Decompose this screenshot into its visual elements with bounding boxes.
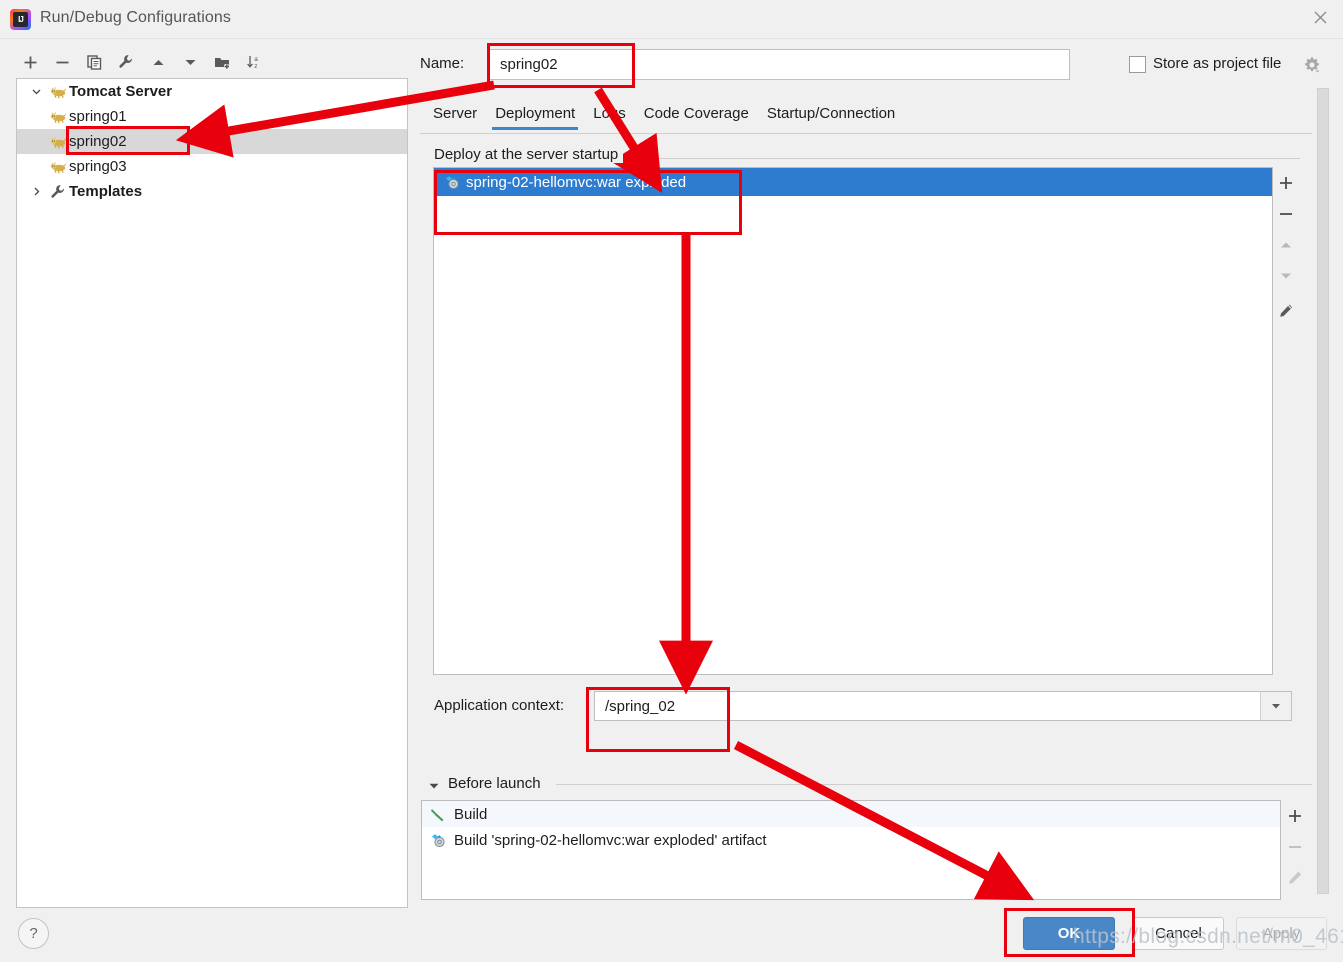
sort-az-icon[interactable]: a z (238, 47, 270, 77)
apply-button[interactable]: Apply (1236, 917, 1327, 950)
arrow-down-icon[interactable] (174, 47, 206, 77)
name-input[interactable]: spring02 (487, 49, 1070, 80)
move-artifact-down-button[interactable] (1272, 260, 1300, 291)
before-launch-divider (556, 784, 1312, 785)
tree-node-templates[interactable]: Templates (17, 179, 407, 204)
tab-startup-connection[interactable]: Startup/Connection (758, 101, 904, 130)
application-context-value: /spring_02 (595, 698, 1260, 715)
name-label: Name: (420, 55, 464, 72)
tree-node-label: Templates (69, 183, 142, 200)
help-button[interactable]: ? (18, 918, 49, 949)
edit-task-button[interactable] (1281, 862, 1309, 893)
arrow-up-icon[interactable] (142, 47, 174, 77)
before-launch-title: Before launch (448, 775, 547, 792)
folder-add-icon[interactable] (206, 47, 238, 77)
cancel-button[interactable]: Cancel (1133, 917, 1224, 950)
remove-artifact-button[interactable] (1272, 198, 1300, 229)
list-item[interactable]: Build 'spring-02-hellomvc:war exploded' … (422, 827, 1280, 853)
run-debug-configurations-dialog: IJ Run/Debug Configurations (0, 0, 1343, 962)
gear-icon[interactable] (1303, 56, 1321, 74)
store-as-project-file-label: Store as project file (1153, 55, 1281, 72)
tree-node-spring01[interactable]: spring01 (17, 104, 407, 129)
tab-deployment[interactable]: Deployment (486, 101, 584, 130)
intellij-idea-icon: IJ (10, 9, 31, 30)
dialog-title: Run/Debug Configurations (40, 9, 231, 27)
tab-code-coverage[interactable]: Code Coverage (635, 101, 758, 130)
configurations-tree[interactable]: Tomcat Server spring01 (16, 78, 408, 908)
tree-node-tomcat-server[interactable]: Tomcat Server (17, 79, 407, 104)
list-item[interactable]: Build (422, 801, 1280, 827)
group-divider (600, 158, 1300, 159)
copy-icon[interactable] (78, 47, 110, 77)
tomcat-icon (47, 160, 69, 174)
remove-configuration-button[interactable] (46, 47, 78, 77)
name-input-value: spring02 (500, 56, 558, 73)
deployment-artifacts-list[interactable]: spring-02-hellomvc:war exploded (433, 167, 1273, 675)
artifact-label: spring-02-hellomvc:war exploded (466, 174, 686, 191)
tree-node-spring02[interactable]: spring02 (17, 129, 407, 154)
wrench-icon (47, 184, 69, 200)
tomcat-icon (47, 85, 69, 99)
configurations-toolbar: a z (14, 46, 274, 78)
tree-node-label: Tomcat Server (69, 83, 172, 100)
close-icon[interactable] (1297, 0, 1343, 34)
ok-button[interactable]: OK (1023, 917, 1115, 950)
edit-artifact-button[interactable] (1272, 295, 1300, 326)
application-context-label: Application context: (434, 697, 564, 714)
store-as-project-file-checkbox[interactable] (1129, 56, 1146, 73)
task-label: Build (454, 806, 487, 823)
task-label: Build 'spring-02-hellomvc:war exploded' … (454, 832, 767, 849)
list-item[interactable]: spring-02-hellomvc:war exploded (434, 168, 1272, 196)
tree-node-label: spring01 (69, 108, 127, 125)
add-configuration-button[interactable] (14, 47, 46, 77)
tree-node-spring03[interactable]: spring03 (17, 154, 407, 179)
hammer-icon (430, 807, 454, 822)
remove-task-button[interactable] (1281, 831, 1309, 862)
dialog-title-bar: IJ Run/Debug Configurations (0, 0, 1343, 39)
right-scrollbar-thumb[interactable] (1317, 88, 1329, 894)
deploy-at-startup-label: Deploy at the server startup (434, 146, 623, 163)
add-artifact-button[interactable] (1272, 167, 1300, 198)
artifact-icon (444, 175, 466, 190)
application-context-input[interactable]: /spring_02 (594, 691, 1292, 721)
chevron-down-icon[interactable] (1260, 692, 1291, 720)
before-launch-side-toolbar (1281, 800, 1309, 900)
tree-node-label: spring02 (69, 133, 127, 150)
svg-text:z: z (254, 63, 257, 70)
tab-server[interactable]: Server (424, 101, 486, 130)
tomcat-icon (47, 135, 69, 149)
add-task-button[interactable] (1281, 800, 1309, 831)
move-artifact-up-button[interactable] (1272, 229, 1300, 260)
svg-text:a: a (254, 56, 258, 63)
before-launch-collapse-toggle[interactable] (428, 779, 442, 793)
artifact-icon (430, 833, 454, 848)
deployment-list-side-toolbar (1272, 167, 1300, 675)
chevron-down-icon[interactable] (25, 86, 47, 97)
configuration-tabs: Server Deployment Logs Code Coverage Sta… (424, 101, 904, 130)
chevron-right-icon[interactable] (25, 186, 47, 197)
tree-node-label: spring03 (69, 158, 127, 175)
before-launch-tasks-list[interactable]: Build Build 'spring-02-hellomvc:war expl… (421, 800, 1281, 900)
tomcat-icon (47, 110, 69, 124)
wrench-icon[interactable] (110, 47, 142, 77)
tab-logs[interactable]: Logs (584, 101, 635, 130)
